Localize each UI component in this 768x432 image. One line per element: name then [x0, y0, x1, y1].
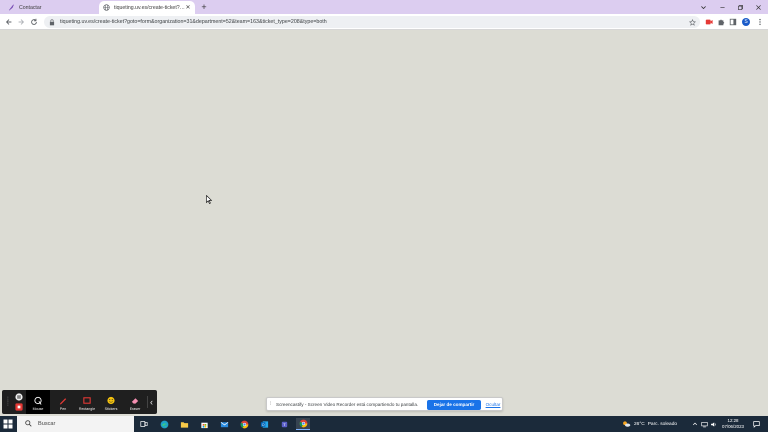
kebab-menu-icon[interactable] — [755, 17, 765, 27]
teams-icon[interactable]: T — [278, 418, 290, 430]
chevron-down-icon[interactable] — [694, 0, 712, 14]
outlook-icon[interactable]: O — [258, 418, 270, 430]
new-tab-button[interactable]: + — [199, 2, 209, 12]
tool-label: Rectangle — [78, 407, 96, 411]
tab-close-icon[interactable]: ✕ — [185, 4, 191, 11]
microsoft-store-icon[interactable] — [198, 418, 210, 430]
eraser-tool-button[interactable]: Eraser — [123, 390, 147, 414]
browser-tab-strip: Contactar tiqueting.uv.es/create-ticket?… — [0, 0, 768, 14]
edge-browser-icon[interactable] — [158, 418, 170, 430]
eraser-icon — [130, 396, 140, 405]
address-bar[interactable]: tiqueting.uv.es/create-ticket?goto=form&… — [44, 16, 700, 28]
minimize-icon[interactable] — [713, 0, 731, 14]
bookmark-star-icon[interactable] — [688, 18, 696, 26]
clock-date: 07/06/2023 — [722, 424, 744, 429]
search-placeholder: Buscar — [38, 421, 56, 427]
pen-tool-button[interactable]: Pen — [51, 390, 75, 414]
system-clock[interactable]: 12:28 07/06/2023 — [720, 418, 746, 430]
pen-icon — [58, 396, 68, 405]
url-text: tiqueting.uv.es/create-ticket?goto=form&… — [60, 19, 327, 25]
chrome-active-window-icon[interactable] — [296, 418, 310, 430]
sharing-message: Screencastify - Screen Video Recorder es… — [276, 402, 419, 407]
web-page-viewport[interactable] — [0, 30, 768, 416]
extensions-puzzle-icon[interactable] — [716, 17, 726, 27]
pause-button[interactable] — [14, 392, 24, 401]
mail-icon[interactable] — [218, 418, 230, 430]
drag-handle-icon[interactable]: ⁞ — [270, 401, 271, 407]
close-icon[interactable] — [749, 0, 767, 14]
weather-temperature: 26°C — [634, 421, 645, 427]
notifications-icon[interactable] — [752, 420, 762, 428]
weather-sun-cloud-icon — [622, 420, 631, 428]
side-panel-icon[interactable] — [728, 17, 738, 27]
chevron-up-icon[interactable] — [691, 420, 699, 428]
drag-handle-icon[interactable]: ⋮ ⋮ — [5, 397, 11, 407]
restore-icon[interactable] — [731, 0, 749, 14]
screencastify-toolbar: ⋮ ⋮ Mouse Pen Rectangle Stickers Eraser ‹ — [2, 390, 157, 414]
mouse-icon — [33, 396, 43, 405]
taskbar-search-box[interactable]: Buscar — [17, 416, 134, 432]
tool-label: Eraser — [129, 407, 141, 411]
tab-create-ticket[interactable]: tiqueting.uv.es/create-ticket?goto ✕ — [99, 1, 195, 14]
rectangle-tool-button[interactable]: Rectangle — [75, 390, 99, 414]
hide-notification-link[interactable]: Ocultar — [484, 402, 502, 407]
tab-contactar[interactable]: Contactar — [4, 1, 98, 14]
windows-taskbar: Buscar O T 26°C Parc. soleado 12:28 07/0… — [0, 416, 768, 432]
tool-label: Stickers — [104, 407, 118, 411]
back-icon[interactable] — [4, 17, 14, 27]
reload-icon[interactable] — [29, 17, 39, 27]
windows-start-icon[interactable] — [3, 419, 13, 429]
mouse-tool-button[interactable]: Mouse — [26, 390, 50, 414]
tab-title: tiqueting.uv.es/create-ticket?goto — [114, 4, 185, 11]
feather-icon — [8, 4, 15, 11]
task-view-icon[interactable] — [138, 418, 150, 430]
screen-sharing-notification: ⁞ Screencastify - Screen Video Recorder … — [266, 397, 503, 411]
mouse-cursor-icon — [206, 194, 213, 206]
rectangle-icon — [82, 396, 92, 405]
profile-avatar[interactable]: S — [742, 18, 750, 26]
file-explorer-icon[interactable] — [178, 418, 190, 430]
lock-icon[interactable] — [48, 18, 56, 26]
volume-icon[interactable] — [709, 420, 717, 428]
tool-label: Mouse — [32, 407, 44, 411]
collapse-toolbar-button[interactable]: ‹ — [147, 396, 155, 408]
stop-sharing-button[interactable]: Dejar de compartir — [427, 400, 481, 410]
tool-label: Pen — [59, 407, 67, 411]
forward-icon[interactable] — [16, 17, 26, 27]
stop-recording-button[interactable] — [14, 402, 24, 411]
svg-text:O: O — [261, 422, 264, 426]
stickers-tool-button[interactable]: Stickers — [99, 390, 123, 414]
screencastify-extension-icon[interactable] — [704, 17, 714, 27]
weather-description: Parc. soleado — [647, 421, 678, 427]
browser-toolbar: tiqueting.uv.es/create-ticket?goto=form&… — [0, 14, 768, 39]
weather-widget[interactable]: 26°C Parc. soleado — [622, 419, 677, 429]
tab-title: Contactar — [19, 4, 42, 11]
sticker-icon — [106, 396, 116, 405]
globe-icon — [103, 4, 110, 11]
search-icon — [25, 419, 32, 429]
network-icon[interactable] — [700, 420, 708, 428]
chrome-icon[interactable] — [238, 418, 250, 430]
